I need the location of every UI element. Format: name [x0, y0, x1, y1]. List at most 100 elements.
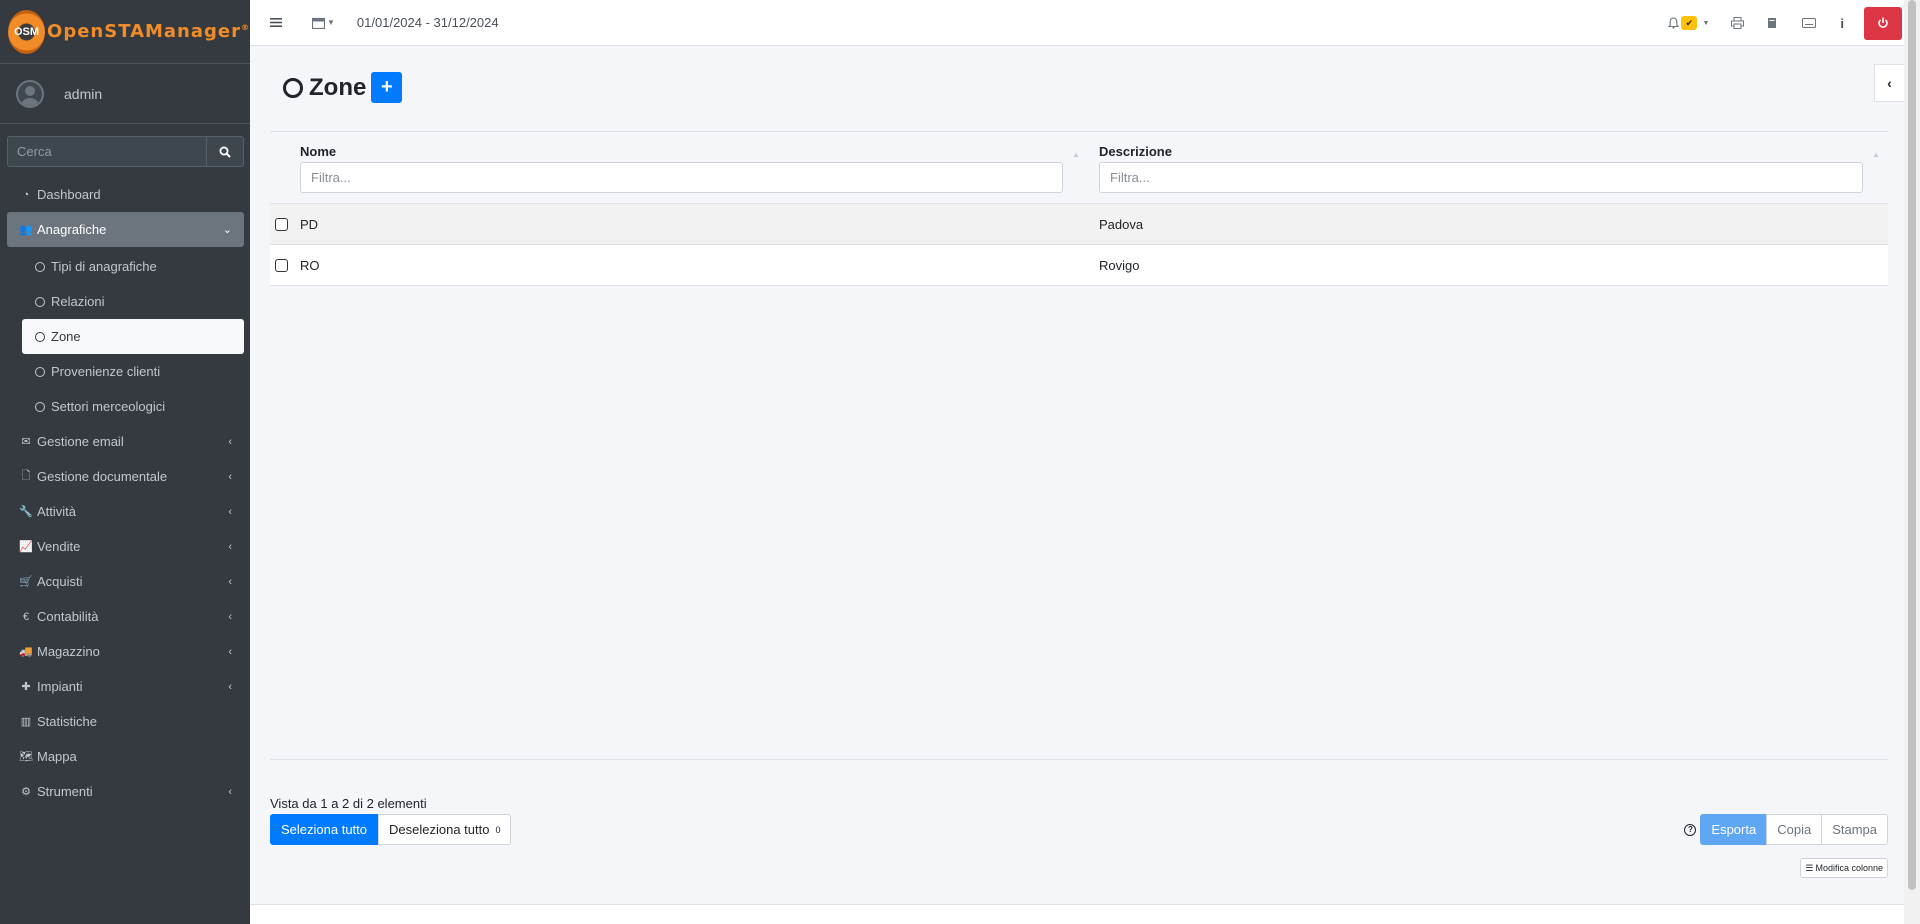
sidebar-subitem-label: Relazioni [51, 294, 105, 309]
cell-descrizione: Rovigo [1099, 258, 1140, 273]
info-button[interactable]: i [1840, 16, 1844, 31]
info-icon: i [1840, 15, 1844, 31]
deselect-all-button[interactable]: Deseleziona tutto 0 [378, 814, 512, 845]
calendar-dropdown-button[interactable]: ▼ [312, 17, 335, 29]
menu-toggle-button[interactable] [270, 17, 282, 28]
search-input[interactable] [7, 136, 206, 167]
caret-down-icon: ▼ [1702, 19, 1710, 27]
sidebar-item-strumenti[interactable]: ⚙ Strumenti ‹ [0, 774, 250, 809]
add-button[interactable]: + [371, 72, 403, 103]
hamburger-icon [270, 18, 282, 27]
puzzle-icon: ✚ [21, 681, 31, 693]
power-icon [1878, 17, 1888, 28]
filter-nome-input[interactable] [300, 162, 1063, 193]
row-checkbox[interactable] [275, 218, 288, 231]
brand[interactable]: OSM OpenSTAManager® [0, 0, 250, 64]
select-all-button[interactable]: Seleziona tutto [270, 814, 379, 845]
logo-icon: OSM [8, 9, 46, 54]
truck-icon: 🚚 [19, 646, 33, 658]
question-icon[interactable]: ? [1684, 823, 1697, 836]
select-all-label: Seleziona tutto [281, 822, 368, 837]
modify-columns-button[interactable]: ☰ Modifica colonne [1800, 858, 1888, 878]
main-content: Zone + ‹ Nome ▲ Descrizione ▲ PD Padova … [250, 46, 1904, 924]
map-icon: 🗺 [19, 751, 33, 763]
search-button[interactable] [206, 136, 244, 167]
sidebar-item-impianti[interactable]: ✚ Impianti ‹ [0, 669, 250, 704]
sidebar-search [7, 136, 244, 167]
sidebar-item-acquisti[interactable]: 🛒 Acquisti ‹ [0, 564, 250, 599]
sidebar-item-label: Gestione email [37, 434, 124, 449]
column-header-descrizione[interactable]: Descrizione [1099, 144, 1863, 159]
copy-label: Copia [1777, 822, 1812, 837]
guide-button[interactable] [1766, 17, 1778, 29]
logout-button[interactable] [1864, 6, 1902, 40]
sidebar-item-label: Gestione documentale [37, 469, 168, 484]
page-title: Zone [309, 73, 367, 101]
sidebar-item-label: Strumenti [37, 784, 93, 799]
scrollbar-thumb[interactable] [1908, 0, 1916, 890]
sidebar-item-attivita[interactable]: 🔧 Attività ‹ [0, 494, 250, 529]
selection-buttons: Seleziona tutto Deseleziona tutto 0 [270, 814, 512, 845]
export-label: Esporta [1711, 822, 1757, 837]
sidebar-item-magazzino[interactable]: 🚚 Magazzino ‹ [0, 634, 250, 669]
cart-icon: 🛒 [19, 576, 33, 588]
logo-text: OSM [13, 25, 40, 38]
chevron-left-icon: ‹ [228, 575, 232, 588]
sidebar-item-dashboard[interactable]: ◔ Dashboard [0, 177, 250, 212]
sidebar-item-anagrafiche[interactable]: 👥 Anagrafiche ⌄ [7, 212, 244, 247]
sidebar-subitem-label: Tipi di anagrafiche [51, 259, 157, 274]
check-badge-icon: ✔ [1681, 16, 1698, 30]
page-header: Zone + [283, 72, 403, 103]
users-icon: 👥 [19, 224, 33, 236]
sidebar-item-mappa[interactable]: 🗺 Mappa [0, 739, 250, 774]
sidebar-item-gestione-email[interactable]: ✉ Gestione email ‹ [0, 424, 250, 459]
row-checkbox[interactable] [275, 259, 288, 272]
chevron-left-icon: ‹ [228, 505, 232, 518]
right-panel-toggle-button[interactable]: ‹ [1874, 64, 1904, 102]
sidebar-item-label: Magazzino [37, 644, 100, 659]
export-buttons: ? Esporta Copia Stampa [1684, 814, 1888, 845]
sidebar-subitem-tipi-anagrafiche[interactable]: Tipi di anagrafiche [22, 249, 244, 284]
sidebar-subitem-provenienze-clienti[interactable]: Provenienze clienti [22, 354, 244, 389]
divider [270, 759, 1888, 760]
circle-icon [283, 77, 303, 98]
notifications-button[interactable]: ✔ ▼ [1668, 16, 1709, 30]
sidebar-item-gestione-documentale[interactable]: 🗋 Gestione documentale ‹ [0, 459, 250, 494]
print-icon [1731, 17, 1745, 29]
calendar-icon [312, 17, 325, 29]
circle-icon [35, 366, 45, 377]
table-row[interactable]: RO Rovigo [270, 245, 1888, 286]
circle-icon [35, 296, 45, 307]
table-row[interactable]: PD Padova [270, 204, 1888, 245]
avatar [16, 79, 44, 108]
sidebar-item-vendite[interactable]: 📈 Vendite ‹ [0, 529, 250, 564]
selected-count-badge: 0 [495, 824, 501, 835]
export-button[interactable]: Esporta [1700, 814, 1768, 845]
scrollbar[interactable] [1904, 0, 1920, 924]
plus-icon: + [380, 76, 393, 98]
filter-descrizione-input[interactable] [1099, 162, 1863, 193]
keyboard-shortcuts-button[interactable] [1802, 18, 1817, 28]
chevron-left-icon: ‹ [228, 540, 232, 553]
sidebar-subitem-zone[interactable]: Zone [22, 319, 244, 354]
envelope-icon: ✉ [21, 436, 31, 448]
print-button[interactable] [1731, 17, 1745, 29]
sidebar-item-statistiche[interactable]: ▥ Statistiche [0, 704, 250, 739]
sort-icon[interactable]: ▲ [1872, 150, 1880, 159]
copy-button[interactable]: Copia [1766, 814, 1823, 845]
dashboard-icon: ◔ [22, 188, 30, 201]
print-table-button[interactable]: Stampa [1821, 814, 1888, 845]
table-header: Nome ▲ Descrizione ▲ [270, 131, 1888, 204]
chevron-left-icon: ‹ [228, 470, 232, 483]
sort-icon[interactable]: ▲ [1072, 150, 1080, 159]
column-header-nome[interactable]: Nome [300, 144, 1063, 159]
sidebar-item-contabilita[interactable]: € Contabilità ‹ [0, 599, 250, 634]
user-panel[interactable]: admin [0, 64, 250, 124]
sidebar-subitem-label: Settori merceologici [51, 399, 166, 414]
sidebar-subitem-settori-merceologici[interactable]: Settori merceologici [22, 389, 244, 424]
user-name: admin [64, 85, 103, 102]
brand-name-text: OpenSTAManager [47, 21, 241, 42]
topbar-right: ✔ ▼ i [1668, 0, 1904, 46]
date-range[interactable]: 01/01/2024 - 31/12/2024 [357, 15, 499, 30]
sidebar-subitem-relazioni[interactable]: Relazioni [22, 284, 244, 319]
